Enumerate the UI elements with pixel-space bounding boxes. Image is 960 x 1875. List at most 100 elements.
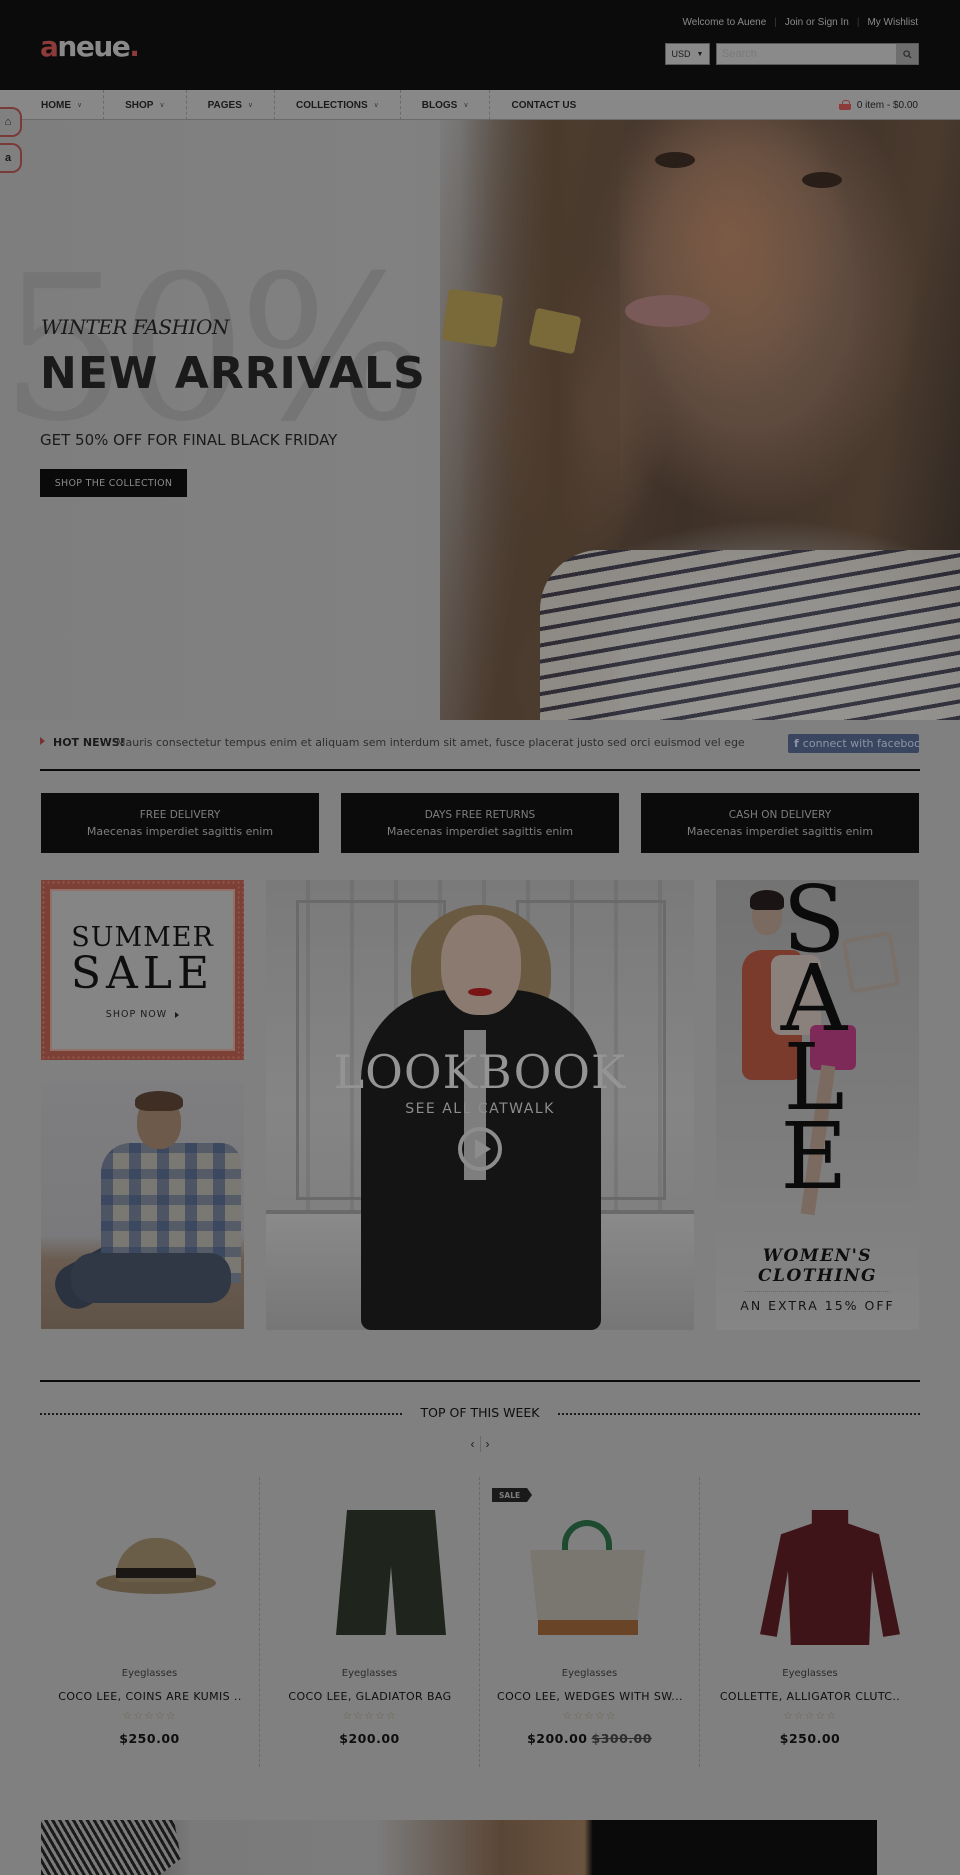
eye-shape [802, 172, 842, 188]
nav-label: COLLECTIONS [296, 99, 368, 111]
shop-now-label: SHOP NOW [105, 1009, 168, 1021]
see-all-catwalk-link[interactable]: SEE ALL CATWALK [266, 1101, 694, 1117]
facebook-label: connect with facebook [802, 737, 919, 750]
lookbook-banner[interactable]: LOOKBOOK SEE ALL CATWALK [266, 880, 694, 1330]
logo-text: neue [57, 30, 130, 63]
nav-item-pages[interactable]: PAGES ∨ [187, 90, 275, 120]
lips-shape [625, 295, 710, 327]
product-image[interactable] [500, 1480, 680, 1650]
product-carousel: Eyeglasses COCO LEE, COINS ARE KUMIS .. … [40, 1477, 920, 1767]
search-input[interactable] [717, 44, 896, 64]
hair-shape [135, 1091, 183, 1111]
search-button[interactable] [896, 44, 918, 64]
nav-item-collections[interactable]: COLLECTIONS ∨ [275, 90, 401, 120]
news-ticker[interactable]: Mauris consectetur tempus enim et aliqua… [116, 736, 744, 749]
dotted-rule [558, 1413, 920, 1415]
feature-free-returns: DAYS FREE RETURNS Maecenas imperdiet sag… [341, 793, 619, 853]
feature-desc: Maecenas imperdiet sagittis enim [686, 824, 874, 838]
star-rating-icon: ☆☆☆☆☆ [342, 1710, 397, 1722]
feature-title: DAYS FREE RETURNS [424, 808, 536, 821]
home-icon: ⌂ [4, 116, 12, 128]
bag-base-shape [538, 1620, 638, 1635]
top-links: Welcome to Auene | Join or Sign In | My … [675, 17, 918, 28]
nav-label: CONTACT US [511, 99, 577, 111]
currency-select[interactable]: USD ▼ [665, 43, 710, 65]
bottom-promo-banner[interactable] [41, 1820, 877, 1875]
product-name[interactable]: COCO LEE, GLADIATOR BAG [270, 1690, 470, 1703]
price-current: $200.00 [339, 1731, 400, 1746]
price-current: $200.00 [527, 1731, 588, 1746]
price-current: $250.00 [119, 1731, 180, 1746]
ring-shape [441, 288, 504, 348]
womens-sale-banner[interactable]: S A L E WOMEN'S CLOTHING AN EXTRA 15% OF… [716, 880, 919, 1330]
carousel-pager: ‹ › [462, 1434, 498, 1454]
extra-off-text: AN EXTRA 15% OFF [740, 1298, 895, 1313]
leg-shape [71, 1253, 231, 1303]
product-card[interactable]: Eyeglasses COLLETTE, ALLIGATOR CLUTC.. ☆… [700, 1477, 920, 1767]
product-name[interactable]: COLLETTE, ALLIGATOR CLUTC.. [710, 1690, 910, 1703]
letter-a-icon: a [4, 152, 12, 164]
lips-shape [468, 988, 492, 996]
product-card[interactable]: Eyeglasses COCO LEE, COINS ARE KUMIS .. … [40, 1477, 260, 1767]
logo-accent-letter: a [40, 30, 59, 63]
play-icon[interactable] [458, 1127, 502, 1171]
main-nav: HOME ∨ SHOP ∨ PAGES ∨ COLLECTIONS ∨ BLOGS ∨ C… [0, 90, 960, 120]
product-image[interactable] [720, 1480, 900, 1650]
divider [745, 1291, 890, 1292]
product-name[interactable]: COCO LEE, WEDGES WITH SW... [490, 1690, 690, 1703]
hero-kicker: WINTER FASHION [41, 315, 229, 339]
eye-shape [655, 152, 695, 168]
product-card[interactable]: SALE Eyeglasses COCO LEE, WEDGES WITH SW… [480, 1477, 700, 1767]
nav-item-contact[interactable]: CONTACT US [490, 90, 597, 120]
shop-collection-button[interactable]: SHOP THE COLLECTION [40, 469, 187, 497]
lookbook-title: LOOKBOOK [333, 1045, 627, 1099]
face-shape [441, 915, 521, 1015]
nav-menu: HOME ∨ SHOP ∨ PAGES ∨ COLLECTIONS ∨ BLOGS ∨ C… [40, 90, 597, 120]
caret-down-icon: ▼ [696, 50, 704, 58]
chevron-down-icon: ∨ [77, 102, 83, 109]
summer-sale-banner[interactable]: SUMMER SALE SHOP NOW [41, 880, 244, 1060]
product-image[interactable] [280, 1480, 460, 1650]
sign-in-link[interactable]: Join or Sign In [777, 17, 857, 28]
product-category: Eyeglasses [561, 1668, 618, 1679]
feature-title: FREE DELIVERY [139, 808, 221, 821]
hero-slider[interactable]: 50% WINTER FASHION NEW ARRIVALS GET 50% … [0, 120, 960, 720]
product-name[interactable]: COCO LEE, COINS ARE KUMIS .. [50, 1690, 250, 1703]
nav-label: HOME [41, 99, 71, 111]
wishlist-link[interactable]: My Wishlist [859, 17, 918, 28]
side-a-button[interactable]: a [0, 143, 22, 173]
womens-clothing-heading: WOMEN'S CLOTHING [716, 1246, 919, 1287]
heading-line: CLOTHING [757, 1266, 877, 1287]
facebook-connect-button[interactable]: f connect with facebook [788, 734, 919, 753]
nav-item-blogs[interactable]: BLOGS ∨ [401, 90, 491, 120]
product-card[interactable]: Eyeglasses COCO LEE, GLADIATOR BAG ☆☆☆☆☆… [260, 1477, 480, 1767]
shop-now-link[interactable]: SHOP NOW [105, 1009, 180, 1021]
chevron-down-icon: ∨ [463, 102, 469, 109]
chevron-left-icon[interactable]: ‹ [466, 1437, 480, 1451]
nav-label: SHOP [125, 99, 154, 111]
hat-shape [96, 1538, 216, 1598]
hero-title: NEW ARRIVALS [40, 348, 426, 399]
hero-subtitle: GET 50% OFF FOR FINAL BLACK FRIDAY [40, 431, 338, 449]
star-rating-icon: ☆☆☆☆☆ [122, 1710, 177, 1722]
feature-desc: Maecenas imperdiet sagittis enim [386, 824, 574, 838]
caret-right-icon [40, 737, 45, 745]
cart-summary[interactable]: 0 item - $0.00 [838, 90, 918, 120]
nav-item-shop[interactable]: SHOP ∨ [104, 90, 187, 120]
product-price: $200.00 [260, 1731, 479, 1746]
nav-item-home[interactable]: HOME ∨ [40, 90, 105, 120]
feature-desc: Maecenas imperdiet sagittis enim [86, 824, 274, 838]
men-fashion-banner[interactable] [41, 1083, 244, 1329]
chevron-down-icon: ∨ [159, 102, 165, 109]
shorts-shape [336, 1510, 446, 1635]
nav-label: BLOGS [421, 99, 458, 111]
search-box [716, 43, 919, 65]
logo-dot: . [129, 30, 140, 63]
product-image[interactable] [60, 1480, 240, 1650]
side-home-button[interactable]: ⌂ [0, 107, 22, 137]
chevron-right-icon[interactable]: › [481, 1437, 495, 1451]
product-price: $250.00 [700, 1731, 920, 1746]
feature-title: CASH ON DELIVERY [728, 808, 832, 821]
site-logo[interactable]: aneue. [40, 30, 140, 63]
sale-heading: SALE [70, 947, 215, 999]
